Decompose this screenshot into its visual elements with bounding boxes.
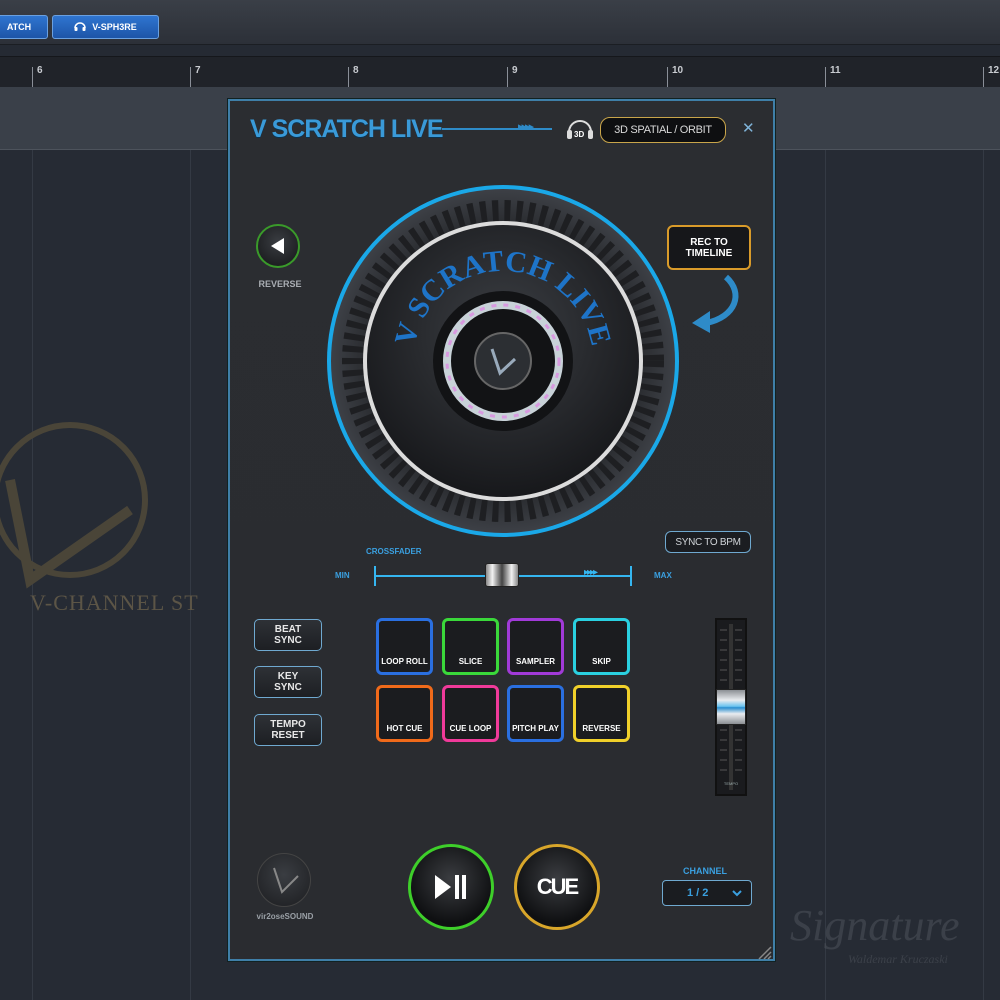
daw-topbar: ATCH V-SPH3RE: [0, 0, 1000, 45]
grid-line: [190, 150, 191, 1000]
crossfader-knob[interactable]: [485, 563, 519, 587]
watermark-text: V-CHANNEL ST: [30, 590, 199, 615]
channel-value: 1 / 2: [687, 887, 709, 899]
rec-label-line1: REC TO: [690, 236, 728, 248]
ruler-mark: 9: [507, 65, 518, 87]
panel-title: V SCRATCH LIVE: [250, 115, 443, 143]
signature-watermark: Signature Waldemar Kruczaski: [790, 901, 960, 966]
cue-button[interactable]: CUE: [514, 844, 600, 930]
crossfader-arrows-icon: ▸▸▸▸: [584, 567, 598, 578]
tab-label: ATCH: [6, 22, 32, 32]
pad-loop-roll[interactable]: LOOP ROLL: [376, 618, 433, 675]
title-line: [442, 128, 552, 130]
resize-grip-icon[interactable]: [756, 944, 772, 960]
pad-reverse[interactable]: REVERSE: [573, 685, 630, 742]
spatial-orbit-button[interactable]: 3D SPATIAL / ORBIT: [600, 117, 726, 143]
chevron-down-icon: [731, 887, 743, 902]
grid-line: [825, 150, 826, 1000]
key-sync-button[interactable]: KEY SYNC: [254, 666, 322, 698]
vir2ose-logo-icon: [257, 853, 311, 907]
ruler-mark: 12: [983, 65, 999, 87]
svg-text:3D: 3D: [574, 130, 584, 139]
tab-v-scratch[interactable]: ATCH: [0, 15, 48, 39]
channel-select[interactable]: 1 / 2: [662, 880, 752, 906]
tab-v-sph3re[interactable]: V-SPH3RE: [52, 15, 159, 39]
title-arrows-icon: ▸▸▸▸: [518, 121, 534, 133]
crossfader-end: [374, 566, 376, 586]
headphones-icon: [74, 21, 86, 33]
pad-hot-cue[interactable]: HOT CUE: [376, 685, 433, 742]
channel-label: CHANNEL: [683, 866, 727, 876]
jog-wheel[interactable]: V SCRATCH LIVE: [325, 183, 681, 539]
tempo-reset-button[interactable]: TEMPO RESET: [254, 714, 322, 746]
tempo-label: TEMPO: [723, 781, 739, 786]
close-icon[interactable]: ✕: [742, 119, 755, 137]
curved-arrow-icon: [692, 274, 739, 333]
crossfader-max-label: MAX: [654, 571, 672, 580]
brand-label: vir2oseSOUND: [256, 912, 314, 921]
headphones-3d-icon: 3D: [566, 117, 594, 141]
pad-skip[interactable]: SKIP: [573, 618, 630, 675]
reverse-button[interactable]: [256, 224, 300, 268]
crossfader-label: CROSSFADER: [366, 547, 422, 556]
ruler-mark: 8: [348, 65, 359, 87]
ruler-mark: 10: [667, 65, 683, 87]
pad-sampler[interactable]: SAMPLER: [507, 618, 564, 675]
reverse-label: REVERSE: [258, 279, 302, 289]
play-pause-button[interactable]: [408, 844, 494, 930]
crossfader-min-label: MIN: [335, 571, 350, 580]
pad-pitch-play[interactable]: PITCH PLAY: [507, 685, 564, 742]
crossfader-end: [630, 566, 632, 586]
pad-cue-loop[interactable]: CUE LOOP: [442, 685, 499, 742]
ruler-mark: 11: [825, 65, 841, 87]
ruler-mark: 7: [190, 65, 201, 87]
sync-to-bpm-button[interactable]: SYNC TO BPM: [665, 531, 751, 553]
tab-label: V-SPH3RE: [92, 22, 137, 32]
play-pause-icon: [435, 875, 466, 899]
play-reverse-icon: [271, 238, 284, 254]
beat-sync-button[interactable]: BEAT SYNC: [254, 619, 322, 651]
watermark-logo-icon: [0, 422, 148, 589]
v-scratch-live-panel: V SCRATCH LIVE ▸▸▸▸ 3D 3D SPATIAL / ORBI…: [228, 99, 775, 961]
grid-line: [983, 150, 984, 1000]
rec-label-line2: TIMELINE: [685, 247, 733, 259]
ruler-mark: 6: [32, 65, 43, 87]
tempo-fader-knob[interactable]: [716, 689, 746, 725]
timeline-ruler[interactable]: 6 7 8 9 10 11 12: [0, 56, 1000, 87]
pad-slice[interactable]: SLICE: [442, 618, 499, 675]
